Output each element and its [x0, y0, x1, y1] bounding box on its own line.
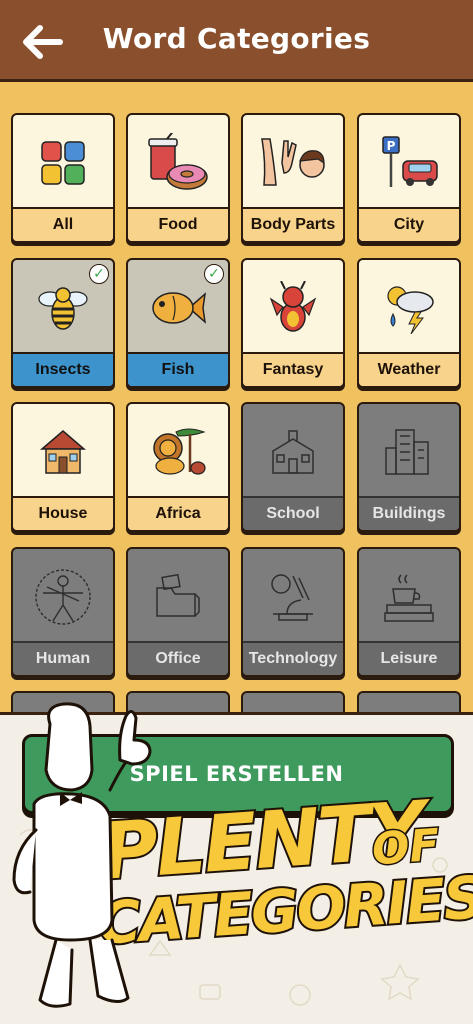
house-icon — [39, 430, 87, 474]
category-label: Fantasy — [243, 352, 343, 386]
top-bar: Word Categories — [0, 0, 473, 82]
category-label: School — [243, 496, 343, 530]
category-label: Food — [128, 207, 228, 241]
dragon-icon — [269, 281, 317, 332]
category-card-all[interactable]: All — [11, 113, 115, 243]
category-grid: All Food Body Parts P City ✓ Insects ✓ F… — [0, 85, 473, 725]
city-icon: P — [382, 136, 438, 187]
category-card-leisure[interactable]: Leisure — [357, 547, 461, 677]
coffee-book-icon — [384, 574, 434, 622]
human-icon — [35, 569, 91, 625]
category-card-city[interactable]: P City — [357, 113, 461, 243]
category-card-house[interactable]: House — [11, 402, 115, 532]
school-icon — [272, 430, 314, 474]
category-label: Leisure — [359, 641, 459, 675]
page-title: Word Categories — [102, 22, 371, 55]
grid-icon — [41, 141, 85, 185]
office-icon — [156, 573, 200, 617]
category-label: All — [13, 207, 113, 241]
buildings-icon — [385, 429, 429, 475]
microscope-icon — [271, 574, 313, 621]
svg-text:P: P — [387, 139, 396, 153]
category-label: Body Parts — [243, 207, 343, 241]
category-card-africa[interactable]: Africa — [126, 402, 230, 532]
category-card-fantasy[interactable]: Fantasy — [241, 258, 345, 388]
weather-icon — [387, 286, 434, 334]
category-label: Fish — [128, 352, 228, 386]
category-label: Weather — [359, 352, 459, 386]
category-card-fish[interactable]: ✓ Fish — [126, 258, 230, 388]
category-label: Buildings — [359, 496, 459, 530]
category-card-office[interactable]: Office — [126, 547, 230, 677]
category-label: Office — [128, 641, 228, 675]
food-icon — [148, 133, 208, 190]
category-label: Technology — [243, 641, 343, 675]
category-card-food[interactable]: Food — [126, 113, 230, 243]
mascot-illustration — [12, 702, 152, 1008]
category-card-buildings[interactable]: Buildings — [357, 402, 461, 532]
category-label: City — [359, 207, 459, 241]
category-label: Human — [13, 641, 113, 675]
body-parts-icon — [261, 138, 325, 186]
category-card-human[interactable]: Human — [11, 547, 115, 677]
category-card-body-parts[interactable]: Body Parts — [241, 113, 345, 243]
category-card-technology[interactable]: Technology — [241, 547, 345, 677]
category-label: Africa — [128, 496, 228, 530]
bee-icon — [38, 287, 88, 330]
lion-icon — [153, 428, 206, 475]
category-card-insects[interactable]: ✓ Insects — [11, 258, 115, 388]
category-label: Insects — [13, 352, 113, 386]
fish-icon — [152, 292, 207, 324]
category-label: House — [13, 496, 113, 530]
category-card-weather[interactable]: Weather — [357, 258, 461, 388]
category-card-school[interactable]: School — [241, 402, 345, 532]
